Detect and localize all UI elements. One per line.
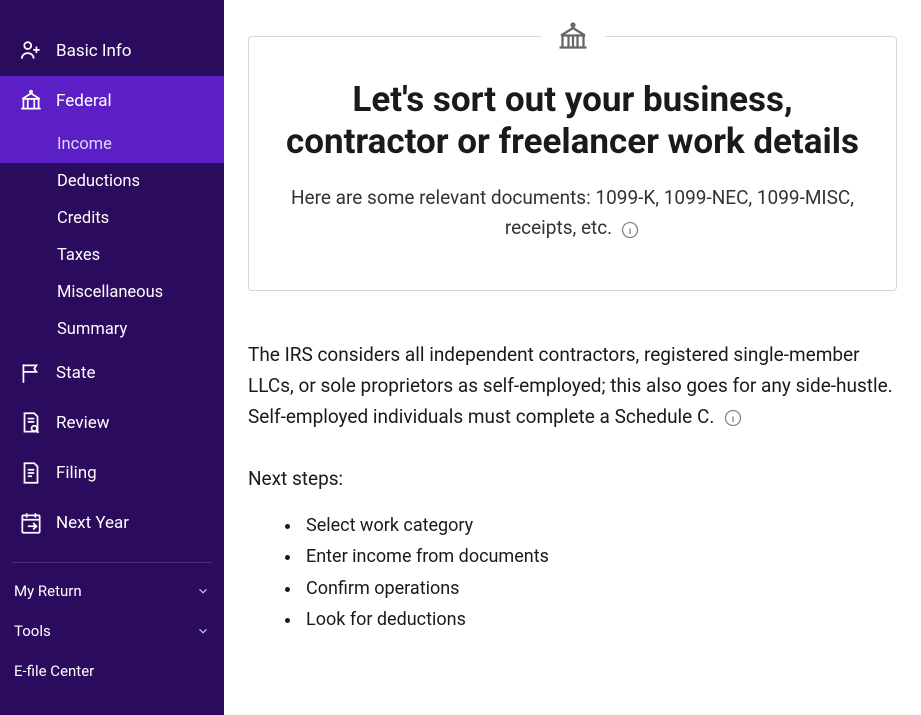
footer-item-tools[interactable]: Tools: [0, 611, 224, 651]
nav-label: Review: [56, 413, 110, 433]
nav-item-federal[interactable]: Federal: [0, 76, 224, 126]
subnav-item-credits[interactable]: Credits: [0, 200, 224, 237]
step-item: Enter income from documents: [302, 541, 897, 573]
steps-list: Select work category Enter income from d…: [248, 510, 897, 636]
primary-nav: Basic Info Federal Income Deductions Cre…: [0, 0, 224, 548]
footer-label: My Return: [14, 582, 82, 600]
nav-item-basic-info[interactable]: Basic Info: [0, 26, 224, 76]
hero-subtitle: Here are some relevant documents: 1099-K…: [291, 186, 854, 239]
chevron-down-icon: [196, 584, 210, 598]
sidebar-divider: [12, 562, 212, 563]
gov-building-icon: [18, 88, 44, 114]
footer-label: Tools: [14, 622, 51, 640]
subnav-item-summary[interactable]: Summary: [0, 311, 224, 348]
step-item: Select work category: [302, 510, 897, 542]
hero-box: Let's sort out your business, contractor…: [248, 36, 897, 291]
footer-item-efile-center[interactable]: E-file Center: [0, 651, 224, 691]
calendar-arrow-icon: [18, 510, 44, 536]
footer-label: E-file Center: [14, 662, 94, 680]
hero-subtitle-row: Here are some relevant documents: 1099-K…: [283, 183, 862, 244]
federal-subnav: Income Deductions Credits Taxes Miscella…: [0, 126, 224, 348]
chevron-down-icon: [196, 624, 210, 638]
nav-item-state[interactable]: State: [0, 348, 224, 398]
body-paragraph: The IRS considers all independent contra…: [248, 343, 893, 429]
nav-item-filing[interactable]: Filing: [0, 448, 224, 498]
page-title: Let's sort out your business, contractor…: [283, 79, 862, 163]
info-icon[interactable]: [723, 408, 743, 428]
body-paragraph-row: The IRS considers all independent contra…: [248, 339, 897, 433]
subnav-item-taxes[interactable]: Taxes: [0, 237, 224, 274]
step-item: Look for deductions: [302, 604, 897, 636]
nav-label: Federal: [56, 91, 112, 111]
nav-label: Basic Info: [56, 41, 131, 61]
footer-item-my-return[interactable]: My Return: [0, 571, 224, 611]
nav-label: Filing: [56, 463, 97, 483]
nav-item-review[interactable]: Review: [0, 398, 224, 448]
step-item: Confirm operations: [302, 573, 897, 605]
hero-icon-holder: [541, 19, 605, 55]
info-icon[interactable]: [620, 220, 640, 240]
sidebar-footer: My Return Tools E-file Center: [0, 571, 224, 691]
subnav-item-miscellaneous[interactable]: Miscellaneous: [0, 274, 224, 311]
main-content: Let's sort out your business, contractor…: [224, 0, 921, 715]
nav-label: State: [56, 363, 95, 383]
flag-icon: [18, 360, 44, 386]
nav-item-next-year[interactable]: Next Year: [0, 498, 224, 548]
gov-building-icon: [555, 19, 591, 55]
user-icon: [18, 38, 44, 64]
subnav-item-income[interactable]: Income: [0, 126, 224, 163]
next-steps-label: Next steps:: [248, 467, 897, 490]
subnav-item-deductions[interactable]: Deductions: [0, 163, 224, 200]
nav-label: Next Year: [56, 513, 129, 533]
sidebar: Basic Info Federal Income Deductions Cre…: [0, 0, 224, 715]
doc-icon: [18, 460, 44, 486]
doc-search-icon: [18, 410, 44, 436]
